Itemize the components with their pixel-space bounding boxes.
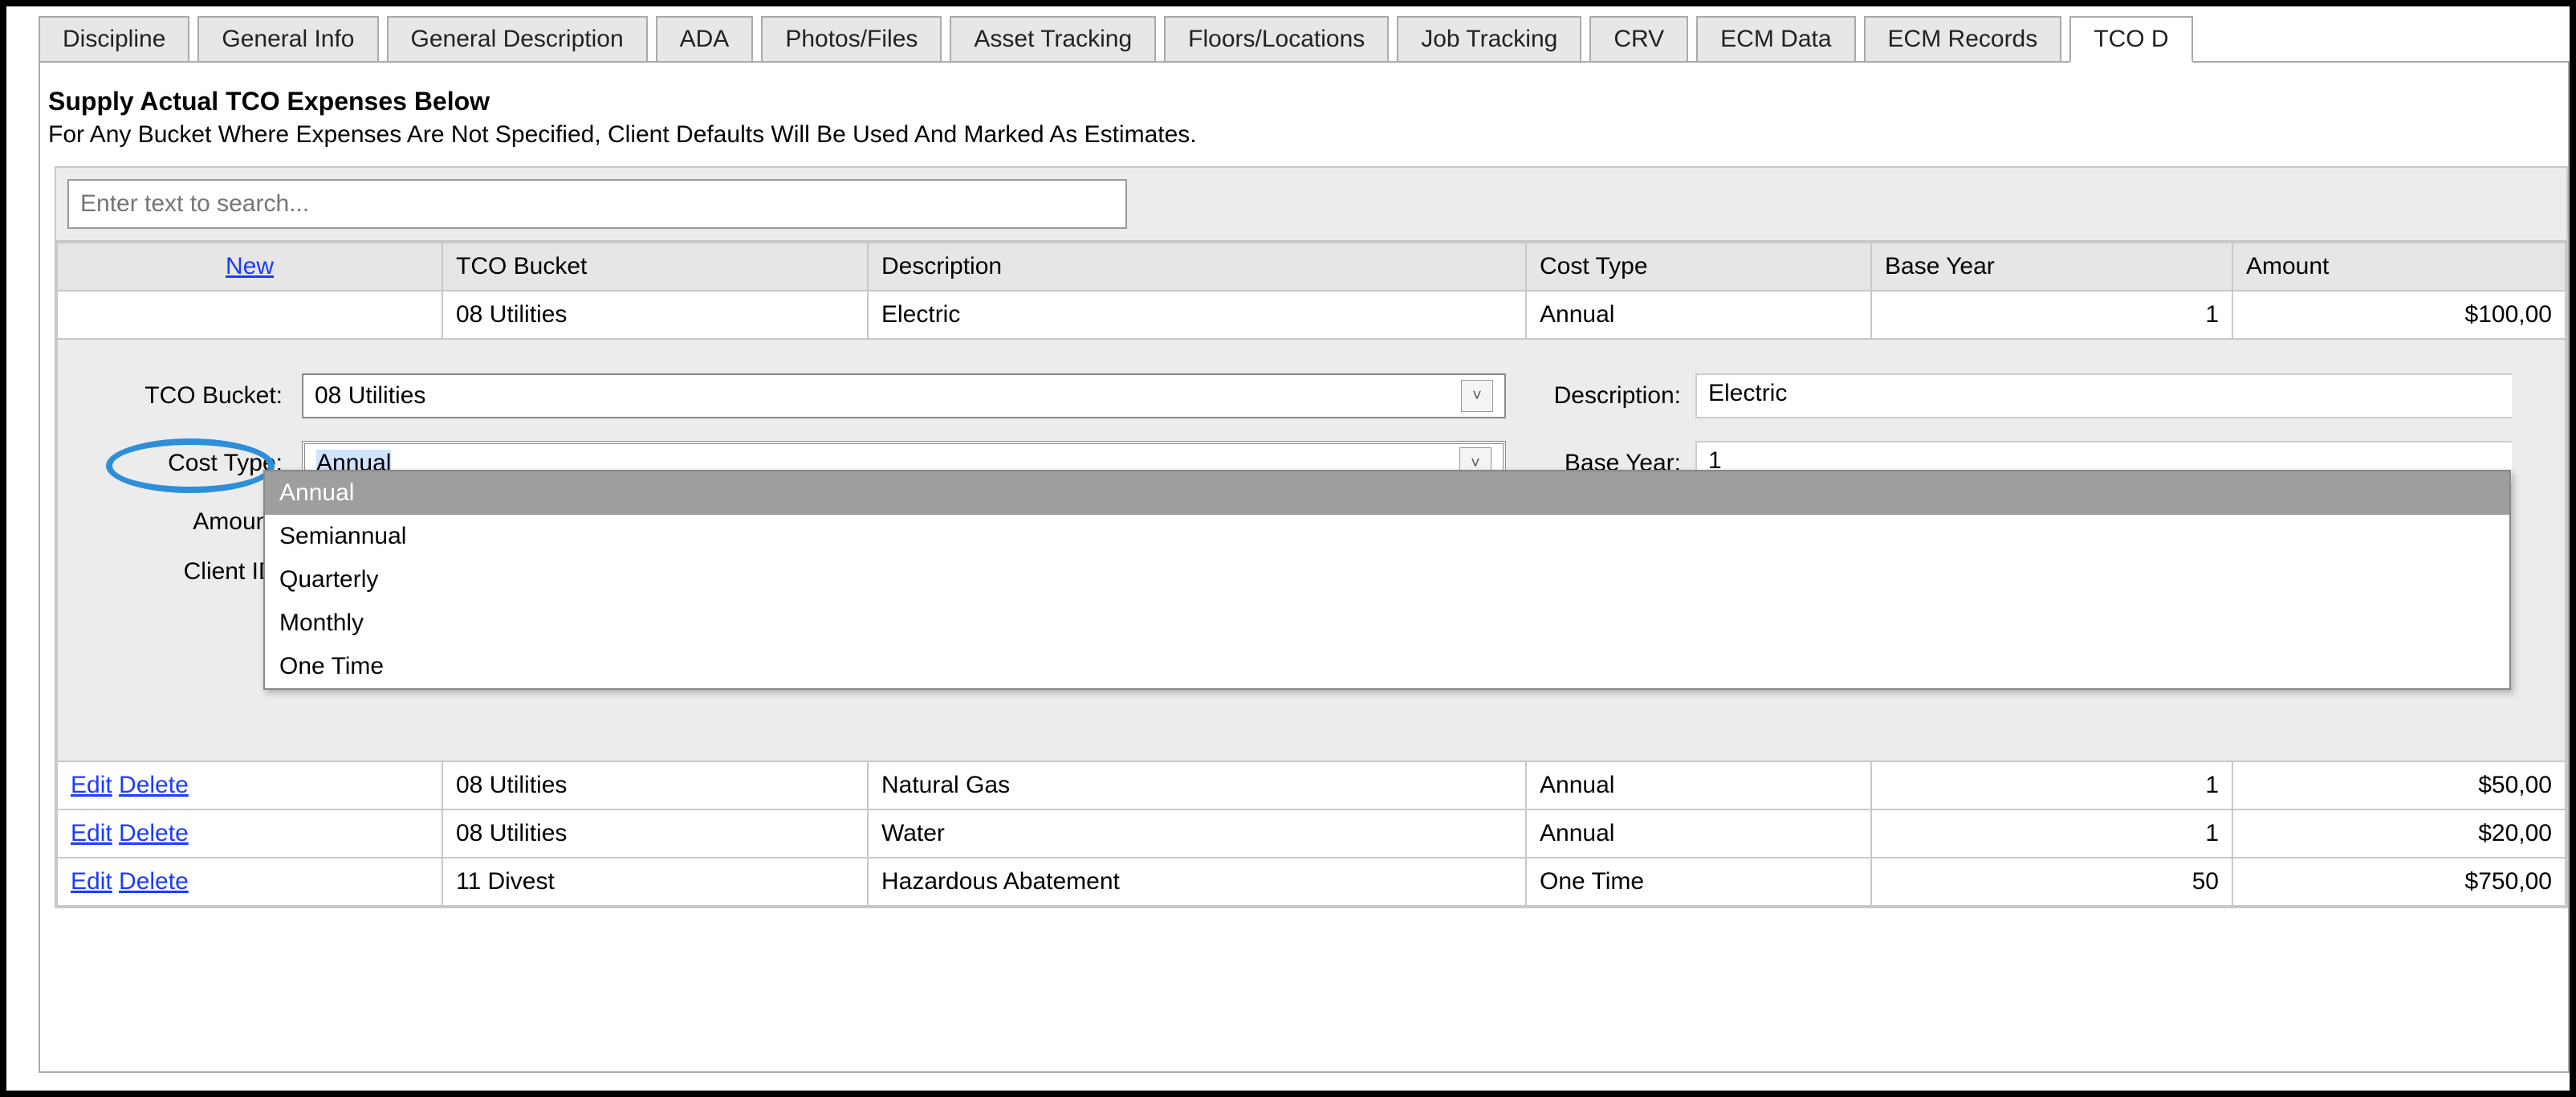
table-row[interactable]: Edit Delete 08 Utilities Natural Gas Ann…: [57, 761, 2566, 809]
app-window: Discipline General Info General Descript…: [0, 0, 2576, 1097]
col-amount[interactable]: Amount: [2232, 243, 2566, 291]
row-bucket: 11 Divest: [442, 858, 868, 906]
panel-title: Supply Actual TCO Expenses Below: [40, 87, 2568, 121]
row-bucket: 08 Utilities: [442, 809, 868, 858]
col-action: New: [57, 243, 442, 291]
row-amount: $100,00: [2232, 291, 2566, 339]
row-cost-type: One Time: [1526, 858, 1871, 906]
delete-link[interactable]: Delete: [119, 868, 189, 895]
col-cost-type[interactable]: Cost Type: [1526, 243, 1871, 291]
tco-panel: Supply Actual TCO Expenses Below For Any…: [39, 61, 2570, 1073]
delete-link[interactable]: Delete: [119, 820, 189, 846]
cost-type-option-monthly[interactable]: Monthly: [265, 602, 2509, 645]
row-description: Electric: [868, 291, 1526, 339]
col-bucket[interactable]: TCO Bucket: [442, 243, 868, 291]
tab-asset-tracking[interactable]: Asset Tracking: [950, 16, 1156, 63]
client-id-label: Client ID:: [111, 558, 287, 585]
row-action-cell: Edit Delete: [57, 761, 442, 809]
row-action-cell: Edit Delete: [57, 809, 442, 858]
row-bucket: 08 Utilities: [442, 761, 868, 809]
panel-subtitle: For Any Bucket Where Expenses Are Not Sp…: [40, 121, 2568, 158]
row-action-cell: [57, 291, 442, 339]
tab-bar: Discipline General Info General Descript…: [6, 6, 2570, 63]
row-base-year: 1: [1871, 761, 2232, 809]
search-input[interactable]: [67, 179, 1127, 229]
row-cost-type: Annual: [1526, 761, 1871, 809]
row-base-year: 50: [1871, 858, 2232, 906]
tco-bucket-select[interactable]: 08 Utilities ˅: [302, 373, 1506, 418]
description-value: Electric: [1708, 380, 1787, 406]
col-base-year[interactable]: Base Year: [1871, 243, 2232, 291]
row-base-year: 1: [1871, 291, 2232, 339]
tab-floors-locations[interactable]: Floors/Locations: [1164, 16, 1389, 63]
row-description: Natural Gas: [868, 761, 1526, 809]
row-description: Hazardous Abatement: [868, 858, 1526, 906]
new-link[interactable]: New: [226, 253, 274, 279]
cost-type-option-annual[interactable]: Annual: [265, 471, 2509, 515]
cost-type-option-semiannual[interactable]: Semiannual: [265, 515, 2509, 558]
row-cost-type: Annual: [1526, 291, 1871, 339]
row-cost-type: Annual: [1526, 809, 1871, 858]
search-bar: [56, 168, 2566, 242]
edit-link[interactable]: Edit: [71, 772, 112, 798]
tab-photos-files[interactable]: Photos/Files: [761, 16, 942, 63]
description-label: Description:: [1520, 382, 1681, 410]
tab-crv[interactable]: CRV: [1589, 16, 1688, 63]
row-base-year: 1: [1871, 809, 2232, 858]
row-amount: $750,00: [2232, 858, 2566, 906]
table-header-row: New TCO Bucket Description Cost Type Bas…: [57, 243, 2566, 291]
edit-link[interactable]: Edit: [71, 820, 112, 846]
tab-general-info[interactable]: General Info: [197, 16, 378, 63]
expense-grid: New TCO Bucket Description Cost Type Bas…: [55, 166, 2568, 908]
edit-link[interactable]: Edit: [71, 868, 112, 895]
inline-edit-panel: TCO Bucket: 08 Utilities ˅ Description:: [71, 349, 2552, 751]
inline-edit-row: TCO Bucket: 08 Utilities ˅ Description:: [57, 339, 2566, 761]
table-row[interactable]: Edit Delete 08 Utilities Water Annual 1 …: [57, 809, 2566, 858]
tab-general-description[interactable]: General Description: [387, 16, 648, 63]
row-amount: $50,00: [2232, 761, 2566, 809]
tab-job-tracking[interactable]: Job Tracking: [1397, 16, 1581, 63]
delete-link[interactable]: Delete: [119, 772, 189, 798]
description-input[interactable]: Electric: [1695, 373, 2512, 418]
col-description[interactable]: Description: [868, 243, 1526, 291]
cost-type-option-quarterly[interactable]: Quarterly: [265, 558, 2509, 602]
cost-type-dropdown[interactable]: Annual Semiannual Quarterly Monthly One …: [263, 470, 2511, 690]
expense-table: New TCO Bucket Description Cost Type Bas…: [56, 242, 2566, 907]
tab-ada[interactable]: ADA: [656, 16, 754, 63]
cost-type-option-one-time[interactable]: One Time: [265, 645, 2509, 688]
tab-tco[interactable]: TCO D: [2069, 16, 2192, 63]
tco-bucket-value: 08 Utilities: [315, 382, 425, 410]
row-action-cell: Edit Delete: [57, 858, 442, 906]
tab-ecm-records[interactable]: ECM Records: [1864, 16, 2062, 63]
row-description: Water: [868, 809, 1526, 858]
row-bucket: 08 Utilities: [442, 291, 868, 339]
table-row[interactable]: Edit Delete 11 Divest Hazardous Abatemen…: [57, 858, 2566, 906]
amount-label: Amount:: [111, 508, 287, 536]
table-row[interactable]: 08 Utilities Electric Annual 1 $100,00: [57, 291, 2566, 339]
row-amount: $20,00: [2232, 809, 2566, 858]
tab-discipline[interactable]: Discipline: [39, 16, 189, 63]
tco-bucket-label: TCO Bucket:: [111, 382, 287, 410]
tab-ecm-data[interactable]: ECM Data: [1696, 16, 1855, 63]
chevron-down-icon: ˅: [1461, 380, 1493, 412]
